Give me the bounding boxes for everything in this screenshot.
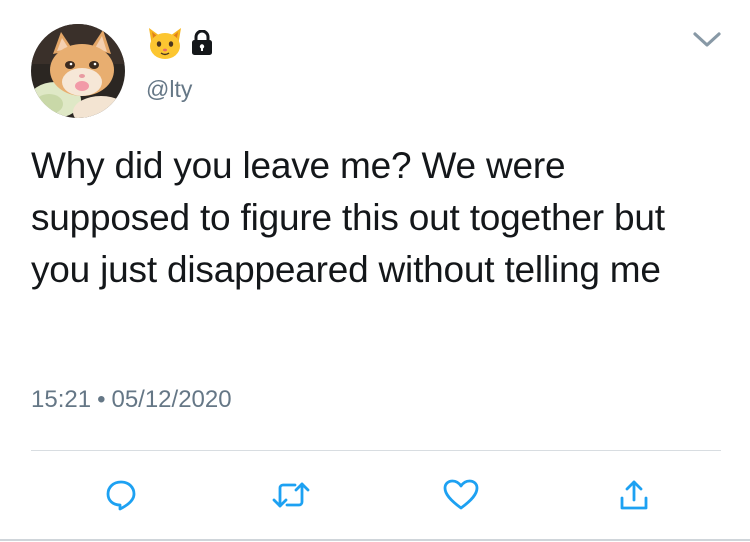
retweet-button[interactable] <box>266 470 316 520</box>
lock-icon <box>190 30 214 56</box>
action-bar <box>0 470 750 520</box>
share-button[interactable] <box>609 470 659 520</box>
tweet-card: @lty Why did you leave me? We were suppo… <box>0 0 750 542</box>
display-name[interactable] <box>146 26 214 60</box>
tweet-date: 05/12/2020 <box>111 386 232 413</box>
reply-icon <box>106 480 136 511</box>
reply-button[interactable] <box>96 470 146 520</box>
tweet-time: 15:21 <box>31 386 92 413</box>
retweet-icon <box>272 482 310 508</box>
handle[interactable]: @lty <box>146 76 192 103</box>
cat-face-emoji-icon <box>146 26 184 60</box>
tweet-text: Why did you leave me? We were supposed t… <box>31 145 665 290</box>
like-button[interactable] <box>436 470 486 520</box>
tweet-timestamp[interactable]: 15:21 • 05/12/2020 <box>31 386 232 414</box>
bottom-border <box>0 539 750 541</box>
avatar-image <box>31 24 125 118</box>
separator-dot: • <box>97 386 106 413</box>
like-icon <box>443 479 479 510</box>
divider <box>31 450 721 451</box>
share-icon <box>620 480 648 510</box>
avatar[interactable] <box>31 24 125 118</box>
chevron-down-icon[interactable] <box>690 28 724 52</box>
